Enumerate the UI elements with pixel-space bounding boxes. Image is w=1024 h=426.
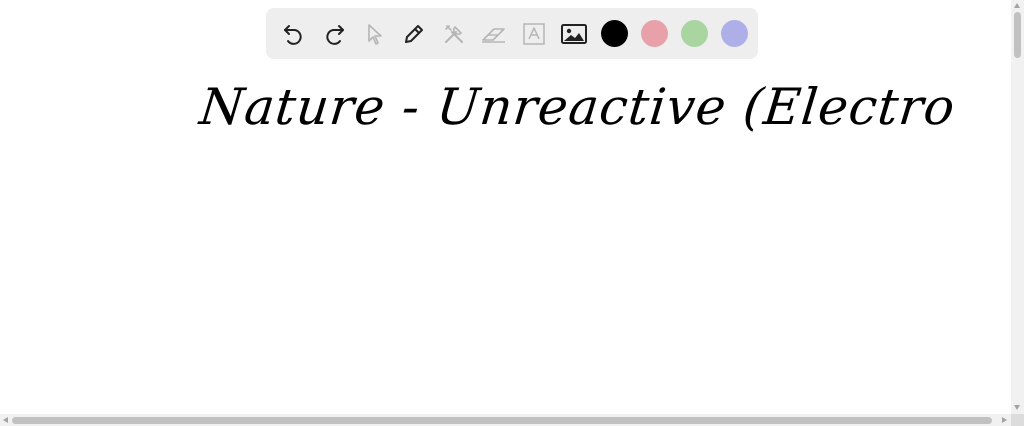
- drawing-toolbar: [266, 8, 758, 59]
- eraser-button[interactable]: [474, 14, 514, 54]
- color-swatch-green: [680, 20, 708, 47]
- pen-icon: [405, 24, 423, 43]
- tools-icon: [445, 24, 463, 43]
- vertical-scrollbar-thumb[interactable]: [1014, 12, 1021, 58]
- scroll-right-arrow-icon[interactable]: [1002, 417, 1007, 423]
- undo-icon: [284, 24, 302, 45]
- whiteboard-app: Nature - Unreactive (Electro: [0, 0, 1024, 426]
- scroll-down-arrow-icon[interactable]: [1014, 405, 1020, 410]
- image-icon: [561, 23, 587, 44]
- scroll-up-arrow-icon[interactable]: [1014, 3, 1020, 8]
- handwritten-text: Nature - Unreactive (Electro: [196, 78, 959, 136]
- horizontal-scrollbar[interactable]: [0, 414, 1011, 426]
- redo-button[interactable]: [314, 14, 354, 54]
- vertical-scrollbar[interactable]: [1011, 0, 1024, 414]
- tools-button[interactable]: [434, 14, 474, 54]
- image-button[interactable]: [554, 14, 594, 54]
- scroll-left-arrow-icon[interactable]: [3, 417, 8, 423]
- undo-button[interactable]: [274, 14, 314, 54]
- scrollbar-corner: [1011, 414, 1024, 426]
- pen-button[interactable]: [394, 14, 434, 54]
- drawing-canvas[interactable]: Nature - Unreactive (Electro: [0, 0, 1010, 414]
- text-icon: [523, 22, 545, 45]
- color-pink-button[interactable]: [634, 14, 674, 54]
- eraser-icon: [482, 27, 505, 43]
- color-black-button[interactable]: [594, 14, 634, 54]
- text-button[interactable]: [514, 14, 554, 54]
- color-swatch-pink: [640, 20, 668, 47]
- color-swatch-purple: [720, 20, 748, 47]
- select-pointer-icon: [368, 23, 382, 45]
- horizontal-scrollbar-thumb[interactable]: [12, 417, 992, 424]
- color-green-button[interactable]: [674, 14, 714, 54]
- select-button[interactable]: [354, 14, 394, 54]
- color-swatch-black: [600, 20, 628, 47]
- redo-icon: [326, 24, 344, 45]
- color-purple-button[interactable]: [714, 14, 754, 54]
